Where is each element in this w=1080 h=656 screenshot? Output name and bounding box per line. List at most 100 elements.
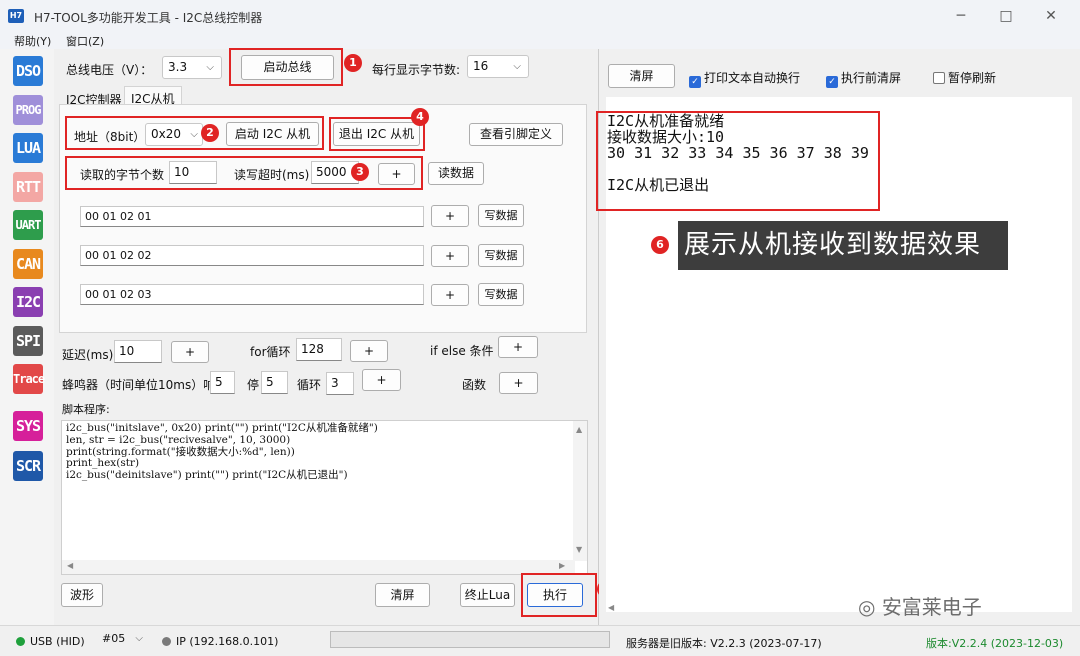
wechat-icon: ◎ xyxy=(858,595,882,619)
scroll-left-icon[interactable]: ◀ xyxy=(608,603,614,612)
rail-spi-button[interactable]: SPI xyxy=(13,326,43,356)
write-data-button-3[interactable]: 写数据 xyxy=(478,283,524,306)
tab-i2c-slave[interactable]: I2C从机 xyxy=(124,86,182,106)
clear-before-run-checkbox[interactable]: ✓ 执行前清屏 xyxy=(826,69,901,88)
bus-voltage-value: 3.3 xyxy=(168,60,188,74)
app-logo: H7 xyxy=(8,9,24,23)
highlight-box-4 xyxy=(329,117,425,151)
write-data-button-2[interactable]: 写数据 xyxy=(478,244,524,267)
marker-2: 2 xyxy=(201,124,219,142)
usb-status-label: USB (HID) xyxy=(30,635,85,648)
ip-status-dot-icon xyxy=(162,637,171,646)
script-editor[interactable]: i2c_bus("initslave", 0x20) print("") pri… xyxy=(61,420,588,575)
rail-prog-button[interactable]: PROG xyxy=(13,95,43,125)
delay-plus-button[interactable]: + xyxy=(171,341,209,363)
menu-bar: 帮助(Y) 窗口(Z) xyxy=(0,32,1080,49)
checkbox-unchecked-icon xyxy=(933,72,945,84)
close-button[interactable]: ✕ xyxy=(1028,0,1074,32)
script-horizontal-scrollbar[interactable]: ◀ ▶ xyxy=(62,560,575,574)
chevron-down-icon: ⌵ xyxy=(206,62,214,73)
auto-wrap-checkbox[interactable]: ✓ 打印文本自动换行 xyxy=(689,69,800,88)
clear-script-button[interactable]: 清屏 xyxy=(375,583,430,607)
view-pins-button[interactable]: 查看引脚定义 xyxy=(469,123,563,146)
beep-on-input[interactable]: 5 xyxy=(210,371,235,394)
menu-help[interactable]: 帮助(Y) xyxy=(14,33,51,49)
server-version: 服务器是旧版本: V2.2.3 (2023-07-17) xyxy=(626,637,822,650)
clear-before-run-label: 执行前清屏 xyxy=(841,71,902,85)
beep-plus-button[interactable]: + xyxy=(362,369,401,391)
for-plus-button[interactable]: + xyxy=(350,340,388,362)
bytes-per-line-label: 每行显示字节数: xyxy=(372,63,461,77)
highlight-box-5 xyxy=(521,573,597,617)
rail-trace-button[interactable]: Trace xyxy=(13,364,45,394)
stop-input[interactable]: 5 xyxy=(261,371,288,394)
waveform-button[interactable]: 波形 xyxy=(61,583,103,607)
ip-status-label: IP (192.168.0.101) xyxy=(176,635,279,648)
usb-status-dot-icon xyxy=(16,637,25,646)
clear-output-button[interactable]: 清屏 xyxy=(608,64,675,88)
for-loop-input[interactable]: 128 xyxy=(296,338,342,361)
script-code[interactable]: i2c_bus("initslave", 0x20) print("") pri… xyxy=(62,421,587,484)
write-plus-button-3[interactable]: + xyxy=(431,284,469,306)
stop-label: 停 xyxy=(247,378,260,392)
highlight-box-1 xyxy=(229,48,343,86)
usb-status: USB (HID) xyxy=(16,635,85,648)
progress-bar xyxy=(330,631,610,648)
function-plus-button[interactable]: + xyxy=(499,372,538,394)
window-title: H7-TOOL多功能开发工具 - I2C总线控制器 xyxy=(34,11,263,25)
rail-dso-button[interactable]: DSO xyxy=(13,56,43,86)
menu-window[interactable]: 窗口(Z) xyxy=(66,33,104,49)
scroll-left-icon[interactable]: ◀ xyxy=(67,561,73,570)
minimize-button[interactable]: ─ xyxy=(938,0,984,32)
write-plus-button-2[interactable]: + xyxy=(431,245,469,267)
scroll-right-icon[interactable]: ▶ xyxy=(559,561,565,570)
loop-label: 循环 xyxy=(297,378,322,392)
marker-4: 4 xyxy=(411,108,429,126)
chevron-down-icon: ⌵ xyxy=(513,61,521,72)
bytes-per-line-select[interactable]: 16 ⌵ xyxy=(467,55,529,78)
if-else-label: if else 条件 xyxy=(430,344,494,358)
function-label: 函数 xyxy=(462,378,487,392)
rail-can-button[interactable]: CAN xyxy=(13,249,43,279)
scroll-up-icon[interactable]: ▲ xyxy=(576,425,582,434)
chevron-down-icon: ⌵ xyxy=(135,633,143,644)
maximize-button[interactable]: □ xyxy=(983,0,1029,32)
beep-label: 蜂鸣器（时间单位10ms）响 xyxy=(62,378,216,392)
write-data-input-2[interactable]: 00 01 02 02 xyxy=(80,245,424,266)
checkbox-checked-icon: ✓ xyxy=(689,76,701,88)
rail-uart-button[interactable]: UART xyxy=(13,210,43,240)
read-data-button[interactable]: 读数据 xyxy=(428,162,484,185)
device-number: #05 xyxy=(102,632,126,645)
script-vertical-scrollbar[interactable]: ▲ ▼ xyxy=(573,421,587,561)
stop-lua-button[interactable]: 终止Lua xyxy=(460,583,515,607)
watermark-text: 安富莱电子 xyxy=(881,595,982,619)
delay-label: 延迟(ms) xyxy=(62,348,114,362)
scroll-down-icon[interactable]: ▼ xyxy=(576,545,582,554)
marker-6: 6 xyxy=(651,236,669,254)
watermark: ◎ 安富莱电子 xyxy=(858,591,982,620)
checkbox-checked-icon: ✓ xyxy=(826,76,838,88)
delay-input[interactable]: 10 xyxy=(114,340,162,363)
if-else-plus-button[interactable]: + xyxy=(498,336,538,358)
auto-wrap-label: 打印文本自动换行 xyxy=(704,71,801,85)
write-plus-button-1[interactable]: + xyxy=(431,205,469,227)
for-loop-label: for循环 xyxy=(250,345,291,359)
rail-lua-button[interactable]: LUA xyxy=(13,133,43,163)
tool-rail: DSO PROG LUA RTT UART CAN I2C SPI Trace SYS SCR xyxy=(0,49,54,625)
rail-i2c-button[interactable]: I2C xyxy=(13,287,43,317)
pause-refresh-checkbox[interactable]: 暂停刷新 xyxy=(933,69,996,86)
bus-voltage-select[interactable]: 3.3 ⌵ xyxy=(162,56,222,79)
pause-refresh-label: 暂停刷新 xyxy=(948,71,997,85)
script-label: 脚本程序: xyxy=(62,403,110,416)
rail-scr-button[interactable]: SCR xyxy=(13,451,43,481)
rail-rtt-button[interactable]: RTT xyxy=(13,172,43,202)
highlight-box-3 xyxy=(65,156,423,190)
write-data-button-1[interactable]: 写数据 xyxy=(478,204,524,227)
loop-input[interactable]: 3 xyxy=(326,372,354,395)
write-data-input-3[interactable]: 00 01 02 03 xyxy=(80,284,424,305)
rail-sys-button[interactable]: SYS xyxy=(13,411,43,441)
annotation-caption: 展示从机接收到数据效果 xyxy=(678,221,1008,270)
write-data-input-1[interactable]: 00 01 02 01 xyxy=(80,206,424,227)
start-slave-button[interactable]: 启动 I2C 从机 xyxy=(226,122,319,146)
device-select[interactable]: #05 ⌵ xyxy=(97,627,145,653)
